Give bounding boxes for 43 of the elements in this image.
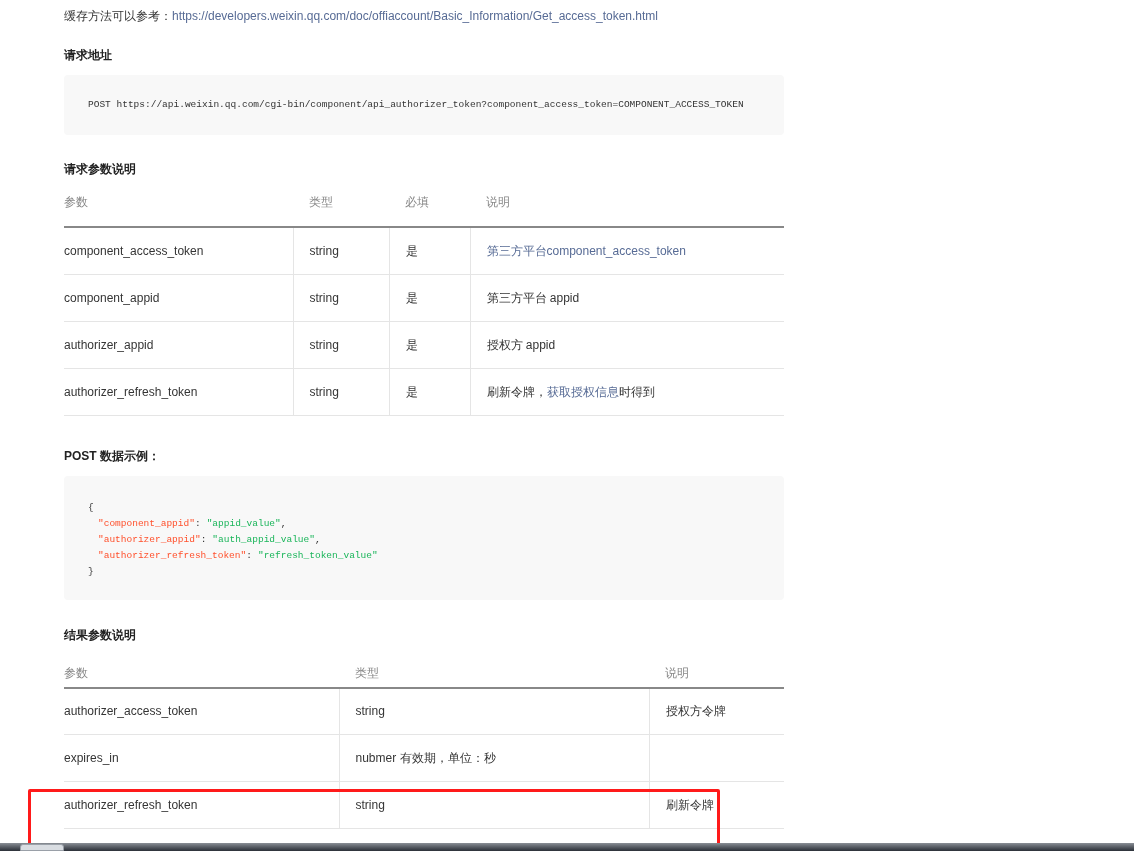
code-line: { xyxy=(88,500,94,515)
table-cell: component_appid xyxy=(64,274,293,321)
table-cell: 是 xyxy=(389,368,470,415)
table-cell: 是 xyxy=(389,227,470,274)
code-block: POST https://api.weixin.qq.com/cgi-bin/component/api_authorizer_token?component_access_token=COMPONENT_ACCESS_TOKEN xyxy=(64,75,784,135)
table-cell: string xyxy=(293,227,389,274)
section-heading: 结果参数说明 xyxy=(64,628,137,641)
section-heading: 请求地址 xyxy=(64,49,113,61)
column-header: 类型 xyxy=(293,193,389,227)
column-header: 必填 xyxy=(389,193,470,227)
column-header: 说明 xyxy=(470,193,784,227)
section-heading: POST 数据示例： xyxy=(64,449,161,462)
table-cell: 刷新令牌 xyxy=(649,781,784,829)
code-line: "component_appid": "appid_value", xyxy=(97,516,287,531)
start-button[interactable] xyxy=(20,844,64,851)
table-cell: nubmer 有效期，单位：秒 xyxy=(339,734,649,782)
table-cell: 是 xyxy=(389,321,470,368)
table-cell: 第三方平台component_access_token xyxy=(470,227,784,274)
table-cell: 是 xyxy=(389,274,470,321)
table-cell: string xyxy=(293,274,389,321)
table-cell: string xyxy=(339,781,649,829)
section-heading: 请求参数说明 xyxy=(64,163,137,175)
table-cell: 第三方平台 appid xyxy=(470,274,784,321)
column-header: 说明 xyxy=(649,663,784,688)
docs-link[interactable]: https://developers.weixin.qq.com/doc/offiaccount/Basic_Information/Get_access_token.html xyxy=(172,8,659,24)
code-line: } xyxy=(88,564,94,579)
table-cell: expires_in xyxy=(64,734,339,782)
table-cell: authorizer_access_token xyxy=(64,687,339,735)
code-line: "authorizer_appid": "auth_appid_value", xyxy=(97,532,321,547)
table-cell: 刷新令牌，获取授权信息时得到 xyxy=(470,368,784,415)
column-header: 类型 xyxy=(339,663,649,688)
table-cell: component_access_token xyxy=(64,227,293,274)
table-cell: 授权方令牌 xyxy=(649,687,784,735)
column-header: 参数 xyxy=(64,193,293,227)
table-cell: string xyxy=(293,368,389,415)
table-cell: authorizer_refresh_token xyxy=(64,368,293,415)
code-line: "authorizer_refresh_token": "refresh_token_value" xyxy=(97,548,378,563)
note-text: 缓存方法可以参考： xyxy=(64,8,172,24)
table-cell: authorizer_appid xyxy=(64,321,293,368)
table-cell: string xyxy=(339,687,649,735)
table-cell: 授权方 appid xyxy=(470,321,784,368)
table-cell: string xyxy=(293,321,389,368)
column-header: 参数 xyxy=(64,663,339,688)
